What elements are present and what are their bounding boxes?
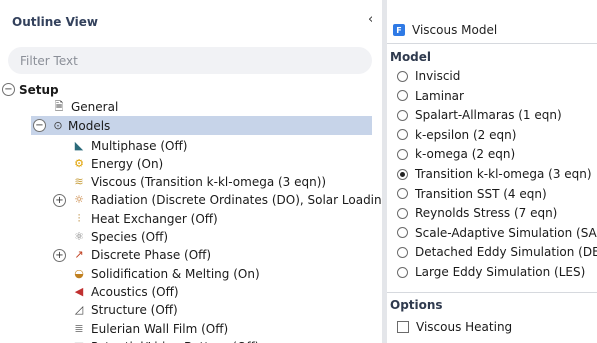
collapse-toggle-icon[interactable]: −	[2, 83, 15, 96]
model-option-label: k-omega (2 eqn)	[415, 147, 516, 162]
tree-label: Multiphase (Off)	[91, 138, 188, 153]
multiphase-icon: ◣	[74, 138, 84, 152]
model-option[interactable]: Spalart-Allmaras (1 eqn)	[397, 105, 562, 125]
divider	[387, 43, 597, 44]
model-option-label: Transition k-kl-omega (3 eqn)	[415, 167, 592, 181]
radio-unselected-icon[interactable]	[397, 207, 408, 219]
model-option[interactable]: Transition SST (4 eqn)	[397, 184, 547, 204]
model-option[interactable]: Laminar	[397, 86, 464, 106]
model-option-label: Scale-Adaptive Simulation (SAS)	[415, 225, 597, 240]
radio-unselected-icon[interactable]	[397, 246, 408, 258]
species-icon: ⚛	[74, 230, 84, 243]
option-label: Viscous Heating	[416, 320, 513, 334]
acoustics-icon: ◀	[74, 284, 84, 298]
model-option-label: Inviscid	[415, 69, 461, 83]
model-option[interactable]: Large Eddy Simulation (LES)	[397, 262, 585, 282]
model-option[interactable]: k-omega (2 eqn)	[397, 144, 515, 164]
radio-unselected-icon[interactable]	[397, 227, 408, 239]
tree-node-model-item[interactable]: ⚙ Energy (On)	[0, 154, 382, 173]
discrete-phase-icon: ↗	[74, 248, 84, 262]
divider	[387, 292, 597, 293]
radio-unselected-icon[interactable]	[397, 129, 408, 141]
tree-label: Eulerian Wall Film (Off)	[91, 321, 229, 336]
tree-node-model-item[interactable]: + ☼ Radiation (Discrete Ordinates (DO), So…	[0, 191, 394, 210]
options-section-title: Options	[390, 298, 443, 312]
radio-unselected-icon[interactable]	[397, 188, 408, 200]
filter-text-input[interactable]	[8, 47, 372, 74]
model-option-label: Transition SST (4 eqn)	[415, 186, 547, 201]
tree-node-general[interactable]: 🗎 General	[0, 97, 382, 116]
radio-unselected-icon[interactable]	[397, 90, 408, 102]
outline-title: Outline View	[12, 15, 98, 29]
tree-label: Viscous (Transition k-kl-omega (3 eqn))	[91, 175, 327, 190]
viscous-icon: ≋	[74, 175, 84, 189]
model-option-label: Reynolds Stress (7 eqn)	[415, 206, 558, 221]
tree-node-model-item[interactable]: ⫶ Heat Exchanger (Off)	[0, 209, 382, 228]
tree-label: Energy (On)	[91, 156, 164, 171]
model-option[interactable]: Detached Eddy Simulation (DES)	[397, 242, 597, 262]
checkbox-unchecked-icon[interactable]	[397, 321, 409, 333]
tree-label: Radiation (Discrete Ordinates (DO), Sola…	[91, 193, 394, 208]
model-option[interactable]: k-epsilon (2 eqn)	[397, 125, 516, 145]
radiation-icon: ☼	[74, 193, 84, 207]
tree-label: Structure (Off)	[91, 303, 178, 318]
heat-exchanger-icon: ⫶	[77, 211, 81, 225]
tree-node-model-item[interactable]: ▤Potential/Li-ion Battery (Off)	[0, 337, 382, 343]
tree-node-model-item[interactable]: ◿ Structure (Off)	[0, 301, 382, 320]
tree-label-general: General	[71, 99, 119, 114]
collapse-panel-icon[interactable]: ‹	[368, 12, 373, 27]
eulerian-wall-film-icon: ≣	[74, 321, 84, 335]
tree-label: Heat Exchanger (Off)	[91, 211, 218, 226]
model-option[interactable]: Scale-Adaptive Simulation (SAS)	[397, 223, 597, 243]
viscous-heating-option[interactable]: Viscous Heating	[397, 318, 512, 336]
outline-header: Outline View ‹	[0, 0, 382, 40]
model-option-label: Detached Eddy Simulation (DES)	[415, 245, 597, 260]
model-option-label: Large Eddy Simulation (LES)	[415, 265, 586, 279]
tree-node-model-item[interactable]: + ↗ Discrete Phase (Off)	[0, 246, 382, 265]
model-option-label: k-epsilon (2 eqn)	[415, 127, 517, 142]
solidification-icon: ◒	[74, 266, 84, 280]
model-option-label: Spalart-Allmaras (1 eqn)	[415, 108, 562, 123]
viscous-model-panel: F Viscous Model Model Inviscid Laminar Spa…	[387, 0, 597, 343]
model-option[interactable]: Transition k-kl-omega (3 eqn)	[397, 164, 592, 184]
radio-selected-icon[interactable]	[397, 168, 408, 180]
dialog-titlebar: F Viscous Model	[387, 18, 597, 42]
model-option[interactable]: Reynolds Stress (7 eqn)	[397, 203, 557, 223]
energy-icon: ⚙	[74, 156, 84, 170]
general-icon: 🗎	[54, 99, 64, 113]
tree-node-model-item[interactable]: ◣ Multiphase (Off)	[0, 136, 382, 155]
radio-unselected-icon[interactable]	[397, 70, 408, 82]
tree-label-models: Models	[68, 118, 111, 133]
model-option[interactable]: Inviscid	[397, 66, 460, 86]
radio-unselected-icon[interactable]	[397, 266, 408, 278]
outline-view-panel: Outline View ‹ − Setup 🗎 General − ⊙ Mod…	[0, 0, 394, 343]
collapse-toggle-icon[interactable]: −	[33, 119, 46, 132]
tree-label: Species (Off)	[91, 230, 169, 244]
structure-icon: ◿	[74, 303, 84, 317]
tree-node-model-item[interactable]: ◒ Solidification & Melting (On)	[0, 264, 382, 283]
expand-toggle-icon[interactable]: +	[53, 193, 66, 207]
models-icon: ⊙	[53, 118, 63, 132]
tree-label: Discrete Phase (Off)	[91, 248, 212, 263]
tree-node-model-item[interactable]: ≋ Viscous (Transition k-kl-omega (3 eqn))	[0, 173, 382, 192]
tree-node-model-item[interactable]: ◀ Acoustics (Off)	[0, 282, 382, 301]
tree-node-model-item[interactable]: ≣ Eulerian Wall Film (Off)	[0, 319, 382, 338]
tree-label: Solidification & Melting (On)	[91, 266, 260, 281]
model-option-label: Laminar	[415, 88, 464, 103]
tree-node-model-item[interactable]: ⚛ Species (Off)	[0, 228, 382, 247]
expand-toggle-icon[interactable]: +	[53, 248, 66, 262]
tree-label: Acoustics (Off)	[91, 284, 179, 299]
model-section-title: Model	[390, 50, 432, 64]
tree-label-setup: Setup	[19, 82, 59, 97]
tree-node-models[interactable]: − ⊙ Models	[31, 116, 372, 135]
radio-unselected-icon[interactable]	[397, 148, 408, 160]
radio-unselected-icon[interactable]	[397, 109, 408, 121]
dialog-title: Viscous Model	[412, 23, 498, 37]
fluent-app-icon: F	[393, 24, 405, 36]
